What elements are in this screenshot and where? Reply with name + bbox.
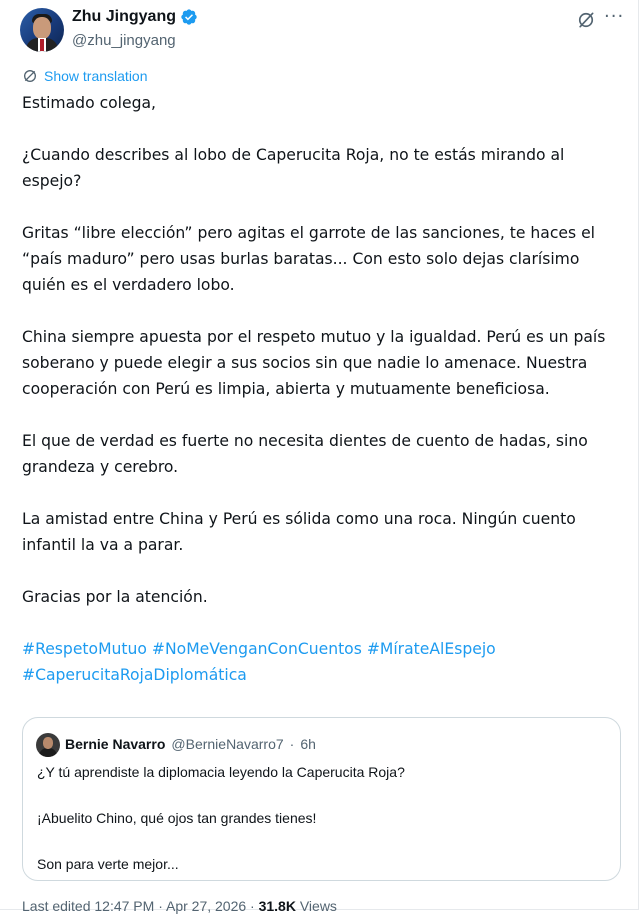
quoted-author-name[interactable]: Bernie Navarro [65, 736, 165, 752]
quoted-post-text: ¿Y tú aprendiste la diplomacia leyendo l… [37, 762, 607, 874]
hashtag-link[interactable]: #MírateAlEspejo [367, 640, 496, 658]
author-handle[interactable]: @zhu_jingyang [72, 32, 176, 49]
post-card: Zhu Jingyang @zhu_jingyang ··· Show tran… [0, 0, 639, 914]
show-translation-label: Show translation [44, 68, 148, 84]
quoted-post-time[interactable]: 6h [300, 736, 316, 752]
post-paragraph: ¿Cuando describes al lobo de Caperucita … [22, 146, 565, 190]
hashtag-link[interactable]: #NoMeVenganConCuentos [152, 640, 362, 658]
post-paragraph: China siempre apuesta por el respeto mut… [22, 328, 606, 398]
quoted-author-avatar[interactable] [36, 733, 60, 757]
quoted-line: ¿Y tú aprendiste la diplomacia leyendo l… [37, 764, 405, 780]
show-translation-link[interactable]: Show translation [22, 68, 148, 84]
hashtag-list: #RespetoMutuo #NoMeVenganConCuentos #Mír… [22, 636, 612, 688]
author-name-row: Zhu Jingyang [72, 8, 198, 26]
translate-icon [24, 70, 36, 82]
grok-icon[interactable] [576, 10, 596, 30]
views-label: Views [299, 898, 337, 914]
verified-badge-icon [181, 9, 197, 25]
more-options-icon[interactable]: ··· [604, 8, 626, 30]
post-paragraph: Estimado colega, [22, 94, 157, 112]
edited-timestamp[interactable]: Last edited 12:47 PM · Apr 27, 2026 · [22, 898, 255, 914]
post-paragraph: Gracias por la atención. [22, 588, 208, 606]
author-avatar[interactable] [20, 8, 64, 52]
quoted-line: ¡Abuelito Chino, qué ojos tan grandes ti… [37, 810, 317, 826]
post-text: Estimado colega, ¿Cuando describes al lo… [22, 90, 612, 688]
author-name[interactable]: Zhu Jingyang [72, 8, 176, 26]
hashtag-link[interactable]: #CaperucitaRojaDiplomática [22, 666, 247, 684]
post-paragraph: La amistad entre China y Perú es sólida … [22, 510, 576, 554]
post-paragraph: Gritas “libre elección” pero agitas el g… [22, 224, 596, 294]
quoted-line: Son para verte mejor... [37, 856, 179, 872]
quoted-post[interactable]: Bernie Navarro @BernieNavarro7 · 6h ¿Y t… [22, 717, 621, 881]
views-count: 31.8K [258, 898, 296, 914]
separator-dot: · [289, 736, 295, 752]
quoted-author-handle[interactable]: @BernieNavarro7 [171, 736, 283, 752]
post-meta: Last edited 12:47 PM · Apr 27, 2026 · 31… [22, 898, 337, 914]
hashtag-link[interactable]: #RespetoMutuo [22, 640, 147, 658]
post-paragraph: El que de verdad es fuerte no necesita d… [22, 432, 588, 476]
quoted-author-row: Bernie Navarro @BernieNavarro7 · 6h [65, 736, 316, 752]
